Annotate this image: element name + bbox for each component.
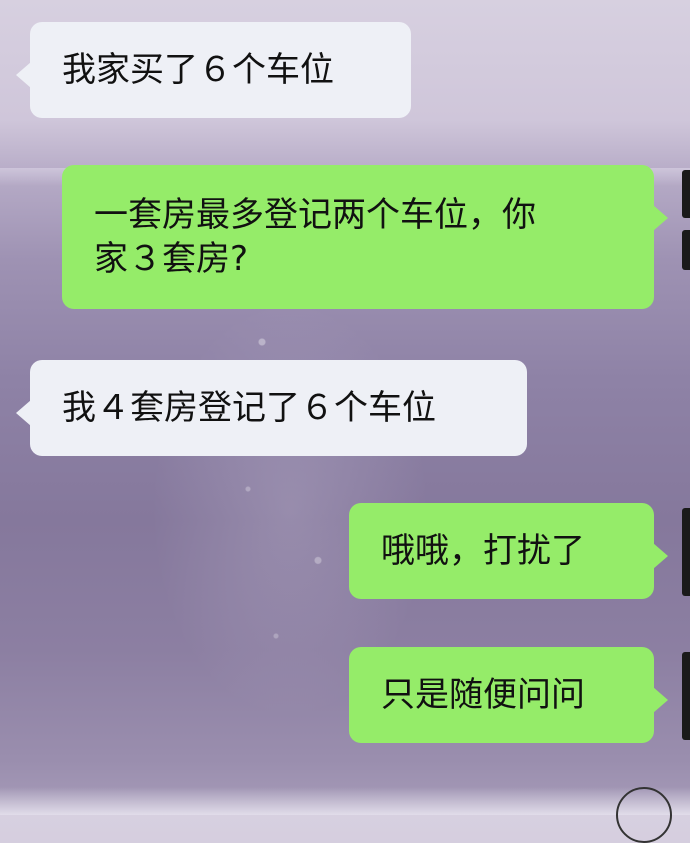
outgoing-message-bubble[interactable]: 只是随便问问 — [349, 647, 668, 743]
message-text: 我４套房登记了６个车位 — [62, 388, 436, 428]
avatar-edge — [682, 652, 690, 740]
message-text: 一套房最多登记两个车位，你 家３套房? — [94, 195, 536, 279]
incoming-message-bubble[interactable]: 我４套房登记了６个车位 — [16, 360, 527, 456]
avatar-edge — [682, 170, 690, 218]
input-bar-edge — [0, 787, 690, 815]
incoming-message-bubble[interactable]: 我家买了６个车位 — [16, 22, 411, 118]
avatar-edge — [682, 230, 690, 270]
voice-icon[interactable] — [616, 787, 672, 843]
message-text: 我家买了６个车位 — [62, 50, 334, 90]
message-text: 只是随便问问 — [381, 675, 585, 715]
outgoing-message-bubble[interactable]: 哦哦，打扰了 — [349, 503, 668, 599]
avatar-edge — [682, 508, 690, 596]
message-text: 哦哦，打扰了 — [381, 531, 585, 571]
outgoing-message-bubble[interactable]: 一套房最多登记两个车位，你 家３套房? — [62, 165, 668, 309]
